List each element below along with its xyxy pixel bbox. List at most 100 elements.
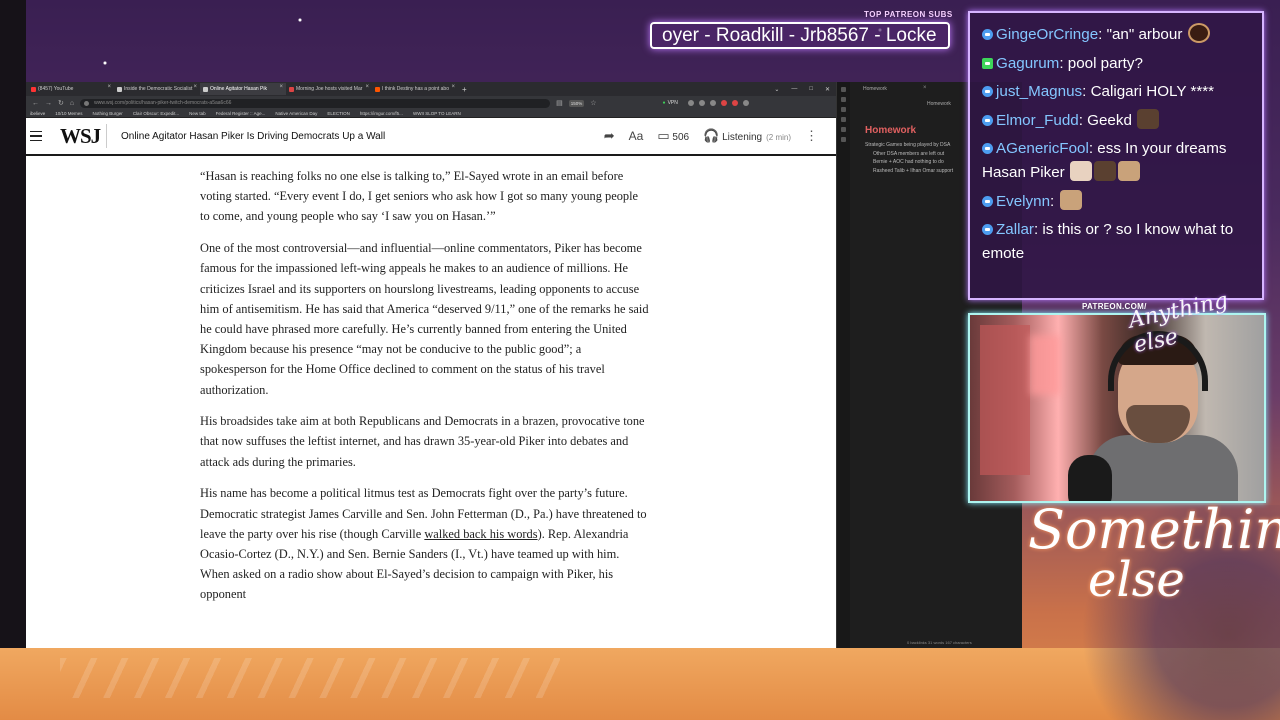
forward-icon[interactable]: →: [45, 100, 52, 107]
extension-icon[interactable]: [731, 100, 738, 106]
search-icon[interactable]: [841, 97, 846, 102]
comment-icon: ▭: [657, 128, 670, 143]
bookmark-item[interactable]: WWII SLOP TO LEARN: [413, 111, 461, 116]
webcam-feed: [968, 313, 1266, 503]
note-title: Homework: [865, 125, 917, 136]
bookmark-item[interactable]: Federal Register :: Age...: [216, 111, 266, 116]
chat-overlay: GingeOrCringe: "an" arbour Gagurum: pool…: [968, 11, 1264, 300]
note-status-bar: 0 backlinks 31 words 167 characters: [907, 640, 972, 645]
chat-username: just_Magnus: [996, 83, 1083, 100]
close-icon[interactable]: ×: [365, 84, 369, 90]
vpn-status[interactable]: VPN: [663, 100, 678, 106]
comments-button[interactable]: ▭ 506: [657, 128, 689, 144]
extension-icon[interactable]: [709, 100, 716, 106]
text-size-icon[interactable]: Aa: [629, 129, 644, 143]
tab-reddit-destiny[interactable]: I think Destiny has a point abo ×: [372, 83, 458, 95]
chat-message: Elmor_Fudd: Geekd: [982, 108, 1252, 133]
chat-badge-icon: [982, 143, 993, 154]
home-icon[interactable]: ⌂: [70, 100, 74, 107]
bookmark-item[interactable]: 10/10 Memes: [55, 111, 82, 116]
bookmark-icon[interactable]: [841, 107, 846, 112]
maximize-icon[interactable]: □: [809, 86, 813, 93]
chevron-down-icon[interactable]: ⌄: [774, 86, 779, 93]
walked-back-link[interactable]: walked back his words: [424, 527, 537, 541]
chat-username: Elmor_Fudd: [996, 111, 1079, 129]
headphones-icon: 🎧: [703, 128, 720, 143]
file-icon[interactable]: [841, 87, 846, 92]
more-options-icon[interactable]: ⋮: [805, 128, 818, 144]
template-icon[interactable]: [841, 137, 846, 142]
extension-icon[interactable]: [687, 100, 694, 106]
chat-badge-icon: [982, 86, 993, 97]
chat-badge-icon: [982, 195, 993, 207]
bookmark-item[interactable]: New tab: [189, 111, 206, 116]
reload-icon[interactable]: ↻: [58, 99, 64, 107]
graph-icon[interactable]: [841, 117, 846, 122]
chat-text: : pool party?: [1059, 54, 1143, 72]
listen-duration: (2 min): [766, 133, 791, 142]
tab-morning-joe[interactable]: Morning Joe hosts visited Mar ×: [286, 83, 372, 95]
article-tools: ➦ Aa ▭ 506 🎧 Listening (2 min) ⋮: [604, 128, 836, 144]
page-favicon-icon: [117, 87, 122, 92]
emote-icon: [1059, 189, 1082, 210]
calendar-icon[interactable]: [841, 127, 846, 132]
minimize-icon[interactable]: —: [791, 86, 797, 93]
bookmark-item[interactable]: Nothing Burger: [93, 111, 123, 116]
bookmark-item[interactable]: Clair Obscur: Expedit...: [133, 111, 179, 116]
close-window-icon[interactable]: ✕: [825, 86, 830, 93]
close-icon[interactable]: ×: [923, 85, 927, 91]
patreon-ticker: oyer - Roadkill - Jrb8567 - Locke: [650, 22, 950, 49]
bookmark-star-icon[interactable]: ☆: [590, 99, 596, 107]
chat-username: Zallar: [996, 221, 1034, 238]
close-icon[interactable]: ×: [193, 84, 197, 90]
extension-icons: [687, 100, 749, 106]
chat-message: Gagurum: pool party?: [982, 52, 1252, 76]
share-icon[interactable]: ➦: [604, 128, 615, 144]
microphone-icon: [1068, 455, 1112, 501]
bookmark-item[interactable]: https://imgur.com/f5...: [360, 111, 403, 116]
close-icon[interactable]: ×: [451, 84, 455, 90]
new-tab-icon[interactable]: +: [462, 85, 467, 94]
bookmark-item[interactable]: Native American Day: [275, 111, 317, 116]
back-icon[interactable]: ←: [32, 100, 39, 107]
listen-button[interactable]: 🎧 Listening (2 min): [703, 128, 791, 144]
chat-badge-icon: [982, 114, 993, 126]
logo-line: else: [1088, 552, 1185, 608]
notes-ribbon: [837, 82, 850, 648]
chat-username: Gagurum: [996, 54, 1060, 72]
zoom-level-badge[interactable]: 150%: [568, 99, 585, 107]
chat-text: : Geekd: [1078, 111, 1132, 129]
cam-shelf: [980, 325, 1030, 475]
close-icon[interactable]: ×: [279, 84, 283, 90]
chat-message: just_Magnus: Caligari HOLY ****: [982, 80, 1252, 104]
window-controls: ⌄ — □ ✕: [774, 86, 836, 93]
close-icon[interactable]: ×: [107, 84, 111, 90]
url-input[interactable]: www.wsj.com/politics/hasan-piker-twitch-…: [80, 98, 551, 108]
tab-wsj-article[interactable]: Online Agitator Hasan Pik ×: [200, 83, 286, 95]
extension-icon[interactable]: [698, 100, 705, 106]
wsj-logo[interactable]: WSJ: [60, 124, 106, 149]
reader-mode-icon[interactable]: ▤: [556, 99, 563, 107]
emote-icon: [1137, 108, 1160, 129]
hamburger-menu-icon[interactable]: [30, 130, 42, 142]
chat-username: Evelynn: [996, 192, 1051, 210]
tab-democratic-socialist[interactable]: Inside the Democratic Socialist ×: [114, 83, 200, 95]
extension-icon[interactable]: [742, 100, 749, 106]
article-body: “Hasan is reaching folks no one else is …: [200, 166, 650, 616]
chat-username: GingeOrCringe: [996, 26, 1099, 43]
emote-icon: [1117, 161, 1140, 181]
extension-icon[interactable]: [720, 100, 727, 106]
article-headline: Online Agitator Hasan Piker Is Driving D…: [121, 130, 386, 142]
notes-tab[interactable]: Homework: [863, 86, 887, 92]
bookmark-item[interactable]: ibelieve: [30, 111, 45, 116]
tab-youtube[interactable]: (8457) YouTube ×: [28, 83, 114, 95]
bookmarks-bar: ibelieve 10/10 Memes Nothing Burger Clai…: [26, 110, 836, 118]
listen-label: Listening: [722, 132, 763, 143]
page-favicon-icon: [203, 87, 208, 92]
bookmark-item[interactable]: ELECTION: [327, 111, 350, 116]
address-bar-row: ← → ↻ ⌂ www.wsj.com/politics/hasan-piker…: [26, 96, 836, 110]
something-else-logo: Something else: [1028, 503, 1280, 635]
chat-badge-icon: [982, 57, 993, 69]
reddit-favicon-icon: [375, 87, 380, 92]
article-paragraph: One of the most controversial—and influe…: [200, 241, 649, 397]
